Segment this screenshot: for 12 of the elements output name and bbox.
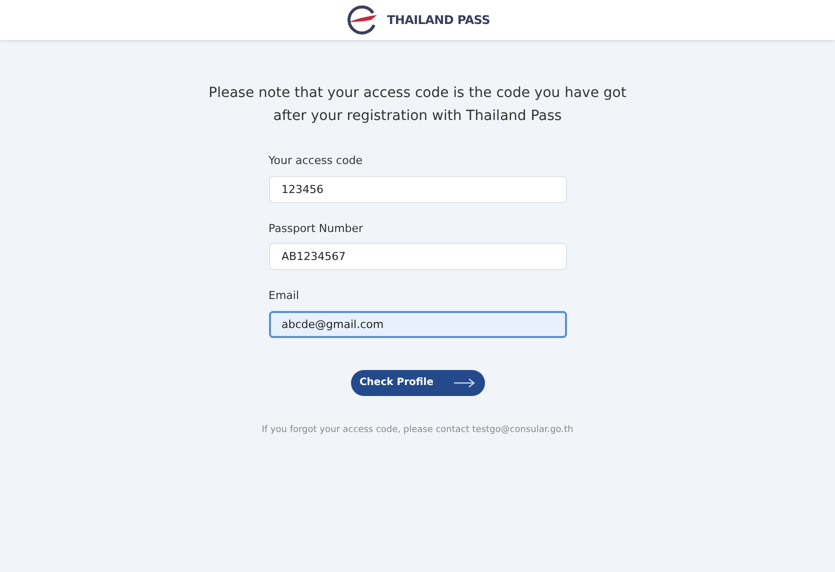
notice-text: Please note that your access code is the code you have got after your registration with Thailand Pass [208, 84, 628, 126]
brand-name: THAILAND PASS [387, 12, 490, 29]
field-label: Passport Number [268, 220, 364, 236]
arrow-right-icon [454, 378, 476, 388]
input-field[interactable]: AB1234567 [268, 243, 566, 270]
check-profile-button[interactable]: Check Profile [350, 370, 484, 396]
field-label: Email [268, 288, 300, 304]
input-field[interactable]: abcde@gmail.com [268, 310, 566, 338]
field-label: Your access code [268, 153, 364, 169]
help-text: If you forgot your access code, please contact testgo@consular.go.th [262, 424, 574, 436]
input-field[interactable]: 123456 [268, 176, 566, 202]
logo-icon [345, 5, 380, 35]
